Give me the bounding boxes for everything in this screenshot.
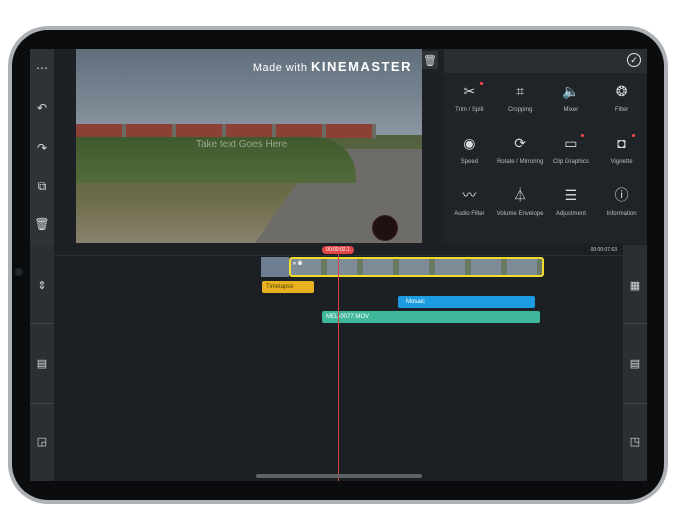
trash-icon[interactable]: 🗑 bbox=[422, 51, 438, 69]
redo-icon[interactable]: ↷ bbox=[30, 129, 54, 167]
rotate-icon: ⟳ bbox=[514, 135, 526, 151]
more-icon[interactable]: ⋯ bbox=[30, 49, 54, 87]
fit-icon[interactable]: ◲ bbox=[30, 431, 54, 451]
camera-dot bbox=[15, 268, 23, 276]
previous-clip[interactable] bbox=[261, 257, 289, 277]
mosaic-layer[interactable]: Mosaic bbox=[398, 296, 535, 308]
crop-icon: ⌗ bbox=[516, 83, 525, 99]
delete-icon[interactable]: 🗑 bbox=[30, 205, 54, 243]
tool-grid: ✂ Trim / Split ⌗ Cropping 🔈 Mixer ❂ Filter ◉… bbox=[444, 75, 647, 231]
clip-graphics-icon: ▭ bbox=[564, 135, 578, 151]
layer-add-icon[interactable]: ▤ bbox=[623, 353, 647, 373]
divider bbox=[623, 403, 647, 404]
tool-label: Clip Graphics bbox=[552, 159, 589, 165]
tool-mixer[interactable]: 🔈 Mixer bbox=[546, 75, 597, 127]
info-icon: ⓘ bbox=[614, 187, 629, 203]
home-indicator[interactable] bbox=[256, 474, 422, 478]
new-badge-dot bbox=[479, 82, 483, 85]
confirm-check-icon[interactable]: ✓ bbox=[627, 53, 641, 67]
mosaic-layer-label: Mosaic bbox=[406, 299, 426, 305]
tool-label: Mixer bbox=[563, 107, 579, 113]
filter-icon: ❂ bbox=[615, 83, 628, 99]
speaker-icon: 🔈 bbox=[562, 83, 580, 99]
microphone-object bbox=[372, 215, 398, 241]
timeline-left-tools: ⇕ ▤ ◲ bbox=[30, 245, 54, 481]
watermark-brand: KINEMASTER bbox=[311, 59, 412, 74]
tool-label: Speed bbox=[460, 159, 479, 165]
tool-label: Volume Envelope bbox=[496, 211, 544, 217]
left-toolbar: ⋯ ↶ ↷ ⧉ 🗑 bbox=[30, 49, 54, 245]
tool-cropping[interactable]: ⌗ Cropping bbox=[495, 75, 546, 127]
clip-edit-panel: ✓ ✂ Trim / Split ⌗ Cropping 🔈 Mixer ❂ Filter… bbox=[444, 49, 647, 243]
pause-icon: ⏸ ◉ bbox=[293, 261, 303, 267]
capture-icon[interactable]: ⧉ bbox=[30, 167, 54, 205]
timeline[interactable]: ⇕ ▤ ◲ ▦ ▤ ◳ 00:00:07.63 ⏸ ◉ Timelapse Mo… bbox=[30, 245, 647, 481]
tool-label: Trim / Split bbox=[455, 107, 484, 113]
share-icon[interactable]: ◳ bbox=[623, 431, 647, 451]
envelope-icon: ⏃ bbox=[513, 187, 528, 203]
panel-header: ✓ bbox=[444, 49, 647, 73]
vignette-icon: ◘ bbox=[617, 135, 626, 151]
text-layer-label: Timelapse bbox=[266, 284, 294, 290]
tool-adjustment[interactable]: ☰ Adjustment bbox=[546, 179, 597, 231]
undo-icon[interactable]: ↶ bbox=[30, 89, 54, 127]
tool-audio-filter[interactable]: 〰 Audio Filter bbox=[444, 179, 495, 231]
tool-label: Cropping bbox=[507, 107, 533, 113]
tool-rotate-mirroring[interactable]: ⟳ Rotate / Mirroring bbox=[495, 127, 546, 179]
tool-filter[interactable]: ❂ Filter bbox=[596, 75, 647, 127]
kinemaster-screen: ⋯ ↶ ↷ ⧉ 🗑 Take text Goes Here Made with … bbox=[30, 49, 647, 481]
new-badge-dot bbox=[581, 134, 585, 137]
tool-vignette[interactable]: ◘ Vignette bbox=[596, 127, 647, 179]
waveform-icon: 〰 bbox=[462, 187, 477, 203]
tool-volume-envelope[interactable]: ⏃ Volume Envelope bbox=[495, 179, 546, 231]
selected-video-clip[interactable]: ⏸ ◉ bbox=[289, 257, 544, 277]
tool-clip-graphics[interactable]: ▭ Clip Graphics bbox=[546, 127, 597, 179]
tool-label: Audio Filter bbox=[454, 211, 485, 217]
track-expand-icon[interactable]: ⇕ bbox=[30, 275, 54, 295]
preview-train bbox=[76, 124, 376, 138]
audio-layer-label: MEL-0077.MOV bbox=[326, 314, 370, 320]
watermark-prefix: Made with bbox=[252, 62, 308, 74]
divider bbox=[30, 403, 54, 404]
preview-overlay-text: Take text Goes Here bbox=[196, 139, 288, 150]
current-time: 00:00:02.1 bbox=[322, 246, 354, 254]
sliders-icon: ☰ bbox=[564, 187, 578, 203]
timeline-right-tools: ▦ ▤ ◳ bbox=[623, 245, 647, 481]
text-layer[interactable]: Timelapse bbox=[262, 281, 314, 293]
tool-trim-split[interactable]: ✂ Trim / Split bbox=[444, 75, 495, 127]
total-time: 00:00:07.63 bbox=[590, 247, 617, 253]
tool-label: Adjustment bbox=[555, 211, 586, 217]
tool-information[interactable]: ⓘ Information bbox=[596, 179, 647, 231]
video-preview[interactable]: Take text Goes Here Made with KINEMASTER bbox=[76, 49, 422, 243]
audio-layer[interactable]: MEL-0077.MOV bbox=[322, 311, 540, 323]
tool-label: Rotate / Mirroring bbox=[496, 159, 544, 165]
playhead[interactable] bbox=[338, 249, 339, 481]
kinemaster-watermark: Made with KINEMASTER bbox=[253, 59, 412, 74]
new-badge-dot bbox=[632, 134, 635, 137]
media-browser-icon[interactable]: ▦ bbox=[623, 275, 647, 295]
tool-speed[interactable]: ◉ Speed bbox=[444, 127, 495, 179]
tool-label: Information bbox=[606, 211, 637, 217]
tool-label: Vignette bbox=[610, 159, 633, 165]
scissors-icon: ✂ bbox=[463, 83, 476, 99]
divider bbox=[30, 323, 54, 324]
speedometer-icon: ◉ bbox=[463, 135, 476, 151]
divider bbox=[623, 323, 647, 324]
tool-label: Filter bbox=[614, 107, 629, 113]
layer-icon[interactable]: ▤ bbox=[30, 353, 54, 373]
